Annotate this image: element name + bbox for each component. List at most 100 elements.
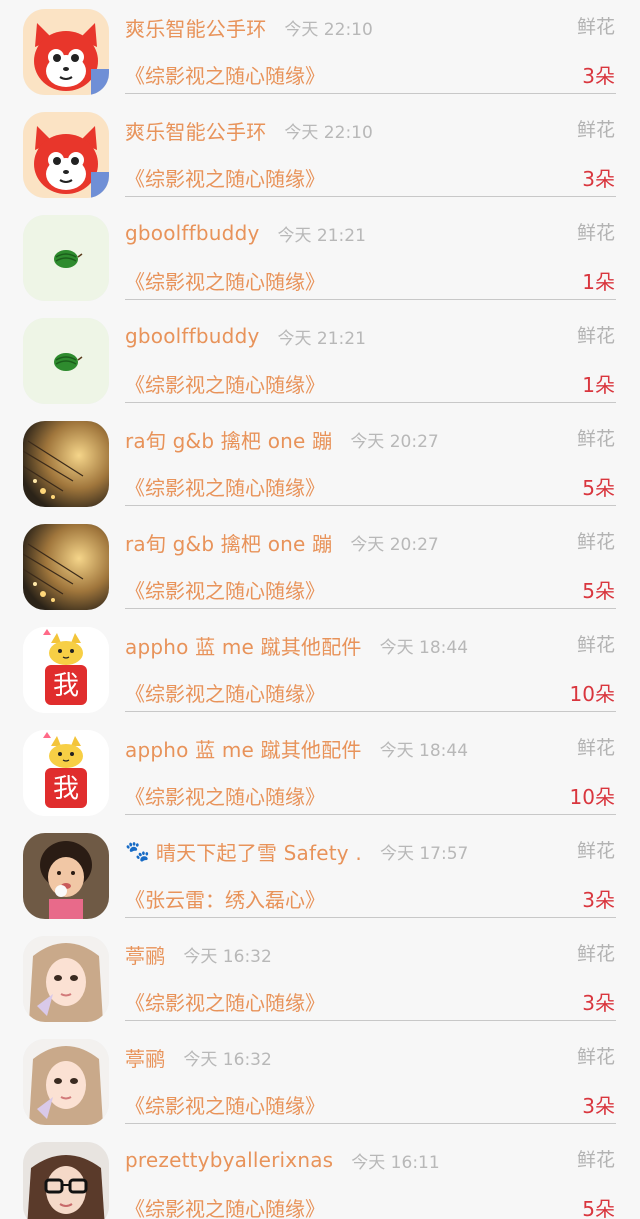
gift-count: 1朵 [582,270,615,294]
avatar[interactable] [23,524,109,610]
gift-count: 3朵 [582,888,615,912]
gift-count: 3朵 [582,1094,615,1118]
username[interactable]: 爽乐智能公手环 [125,116,266,145]
cat-me-sign-icon: 我 [23,730,109,816]
gift-count: 5朵 [582,1197,615,1219]
avatar[interactable] [23,318,109,404]
timestamp: 今天 16:32 [183,946,272,967]
girl-photo-icon [23,936,109,1022]
gift-type-label: 鲜花 [576,1149,615,1171]
username[interactable]: gboolffbuddy [125,324,260,348]
gift-type-label: 鲜花 [576,428,615,450]
book-title[interactable]: 《综影视之随心随缘》 [125,163,325,195]
row-divider [125,93,616,94]
gift-count: 3朵 [582,991,615,1015]
gift-type-label: 鲜花 [576,16,615,38]
gift-type-label: 鲜花 [576,119,615,141]
gift-type-label: 鲜花 [576,943,615,965]
row-divider [125,608,616,609]
glasses-girl-photo-icon [23,1142,109,1219]
username[interactable]: ra旬 g&b 擒杷 one 蹦 [125,528,332,557]
book-title[interactable]: 《综影视之随心随缘》 [125,369,325,401]
timestamp: 今天 21:21 [277,225,366,246]
avatar[interactable]: 我 [23,730,109,816]
username[interactable]: prezettybyallerixnas [125,1148,333,1172]
username[interactable]: appho 蓝 me 蹴其他配件 [125,734,362,763]
avatar[interactable]: 我 [23,627,109,713]
avatar[interactable] [23,936,109,1022]
bokeh-photo-icon [23,524,109,610]
row-divider [125,711,616,712]
timestamp: 今天 20:27 [350,431,439,452]
row-divider [125,402,616,403]
timestamp: 今天 16:32 [183,1049,272,1070]
gift-type-label: 鲜花 [576,634,615,656]
sign-text: 我 [53,774,79,804]
girl-photo-icon [23,1039,109,1125]
book-title[interactable]: 《综影视之随心随缘》 [125,472,325,504]
gift-type-label: 鲜花 [576,531,615,553]
username[interactable]: appho 蓝 me 蹴其他配件 [125,631,362,660]
list-item[interactable]: 葶鹂 今天 16:32 鲜花 《综影视之随心随缘》 3朵 [0,1030,640,1133]
book-title[interactable]: 《综影视之随心随缘》 [125,60,325,92]
list-item[interactable]: ra旬 g&b 擒杷 one 蹦 今天 20:27 鲜花 《综影视之随心随缘》 … [0,412,640,515]
watermelon-icon [23,215,109,301]
book-title[interactable]: 《张云雷：绣入磊心》 [125,884,325,916]
list-item[interactable]: 爽乐智能公手环 今天 22:10 鲜花 《综影视之随心随缘》 3朵 [0,0,640,103]
row-divider [125,505,616,506]
watermelon-icon [23,318,109,404]
avatar[interactable] [23,215,109,301]
avatar[interactable] [23,421,109,507]
timestamp: 今天 20:27 [350,534,439,555]
book-title[interactable]: 《综影视之随心随缘》 [125,781,325,813]
book-title[interactable]: 《综影视之随心随缘》 [125,266,325,298]
username[interactable]: ra旬 g&b 擒杷 one 蹦 [125,425,332,454]
list-item[interactable]: 我 appho 蓝 me 蹴其他配件 今天 18:44 鲜花 《综影视之随心随缘… [0,721,640,824]
username[interactable]: 葶鹂 [125,1043,165,1072]
gift-count: 1朵 [582,373,615,397]
avatar[interactable] [23,112,109,198]
book-title[interactable]: 《综影视之随心随缘》 [125,987,325,1019]
row-divider [125,299,616,300]
gift-count: 5朵 [582,476,615,500]
list-item[interactable]: gboolffbuddy 今天 21:21 鲜花 《综影视之随心随缘》 1朵 [0,206,640,309]
child-photo-icon [23,833,109,919]
username[interactable]: 晴天下起了雪 Safety . [156,837,362,866]
row-divider [125,1123,616,1124]
paw-prints-icon: 🐾 [125,839,150,863]
username[interactable]: 爽乐智能公手环 [125,13,266,42]
avatar[interactable] [23,1039,109,1125]
timestamp: 今天 22:10 [284,122,373,143]
username[interactable]: 葶鹂 [125,940,165,969]
gift-type-label: 鲜花 [576,222,615,244]
list-item[interactable]: ra旬 g&b 擒杷 one 蹦 今天 20:27 鲜花 《综影视之随心随缘》 … [0,515,640,618]
list-item[interactable]: prezettybyallerixnas 今天 16:11 鲜花 《综影视之随心… [0,1133,640,1219]
gift-record-list: 爽乐智能公手环 今天 22:10 鲜花 《综影视之随心随缘》 3朵 爽乐智能公手… [0,0,640,1219]
username[interactable]: gboolffbuddy [125,221,260,245]
timestamp: 今天 22:10 [284,19,373,40]
book-title[interactable]: 《综影视之随心随缘》 [125,678,325,710]
timestamp: 今天 16:11 [351,1152,440,1173]
timestamp: 今天 21:21 [277,328,366,349]
gift-count: 10朵 [569,682,615,706]
avatar[interactable] [23,833,109,919]
list-item[interactable]: 我 appho 蓝 me 蹴其他配件 今天 18:44 鲜花 《综影视之随心随缘… [0,618,640,721]
book-title[interactable]: 《综影视之随心随缘》 [125,1090,325,1122]
gift-count: 3朵 [582,167,615,191]
gift-count: 10朵 [569,785,615,809]
row-divider [125,196,616,197]
avatar[interactable] [23,1142,109,1219]
avatar[interactable] [23,9,109,95]
red-fox-cartoon-icon [23,112,109,198]
book-title[interactable]: 《综影视之随心随缘》 [125,575,325,607]
list-item[interactable]: 🐾 晴天下起了雪 Safety . 今天 17:57 鲜花 《张云雷：绣入磊心》… [0,824,640,927]
gift-count: 5朵 [582,579,615,603]
list-item[interactable]: 爽乐智能公手环 今天 22:10 鲜花 《综影视之随心随缘》 3朵 [0,103,640,206]
gift-count: 3朵 [582,64,615,88]
timestamp: 今天 18:44 [379,740,469,761]
list-item[interactable]: 葶鹂 今天 16:32 鲜花 《综影视之随心随缘》 3朵 [0,927,640,1030]
gift-type-label: 鲜花 [576,840,615,862]
book-title[interactable]: 《综影视之随心随缘》 [125,1193,325,1219]
list-item[interactable]: gboolffbuddy 今天 21:21 鲜花 《综影视之随心随缘》 1朵 [0,309,640,412]
gift-type-label: 鲜花 [576,737,615,759]
